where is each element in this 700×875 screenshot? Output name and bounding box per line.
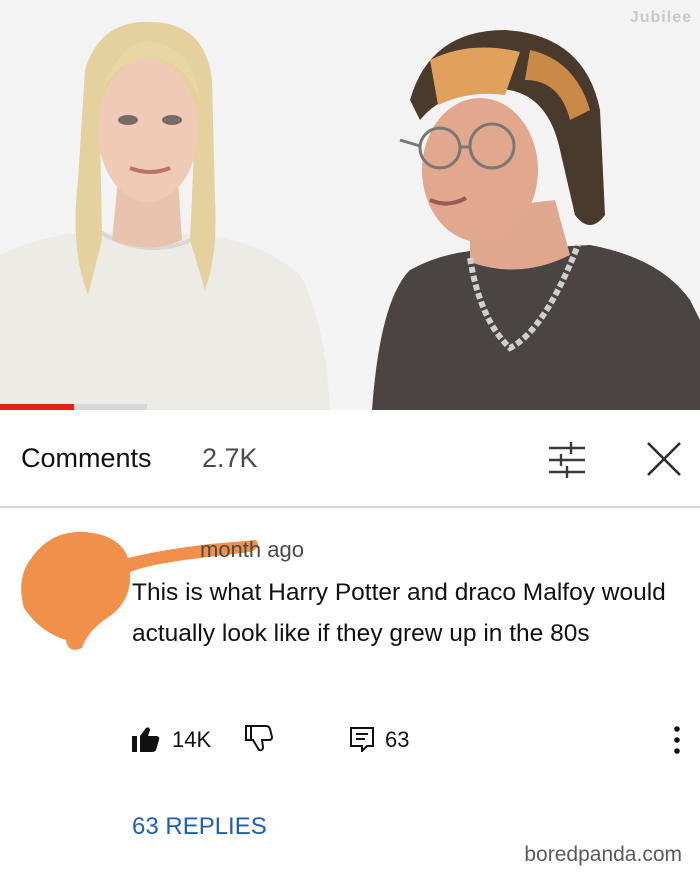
comment-text: This is what Harry Potter and draco Malf… bbox=[132, 579, 666, 647]
video-frame-image bbox=[0, 0, 700, 410]
channel-watermark: Jubilee bbox=[629, 9, 692, 26]
thumbs-up-icon[interactable] bbox=[132, 726, 160, 752]
thumbs-down-icon[interactable] bbox=[244, 724, 274, 752]
video-player[interactable]: Jubilee bbox=[0, 0, 700, 410]
comment-timestamp: month ago bbox=[200, 537, 304, 562]
view-replies-link[interactable]: 63 REPLIES bbox=[132, 813, 267, 841]
comments-header: Comments 2.7K bbox=[0, 410, 700, 508]
sort-filter-icon[interactable] bbox=[545, 440, 589, 480]
reply-count: 63 bbox=[385, 727, 410, 752]
comments-count: 2.7K bbox=[202, 443, 258, 473]
like-count: 14K bbox=[172, 727, 212, 752]
comment-icon[interactable] bbox=[349, 726, 375, 752]
close-icon[interactable] bbox=[642, 437, 686, 481]
comment-actions: 14K 63 bbox=[0, 722, 700, 758]
source-credit: boredpanda.com bbox=[524, 843, 682, 866]
comments-title: Comments bbox=[21, 443, 152, 473]
comment-item: month ago This is what Harry Potter and … bbox=[0, 510, 700, 875]
more-vertical-icon[interactable] bbox=[670, 724, 684, 756]
